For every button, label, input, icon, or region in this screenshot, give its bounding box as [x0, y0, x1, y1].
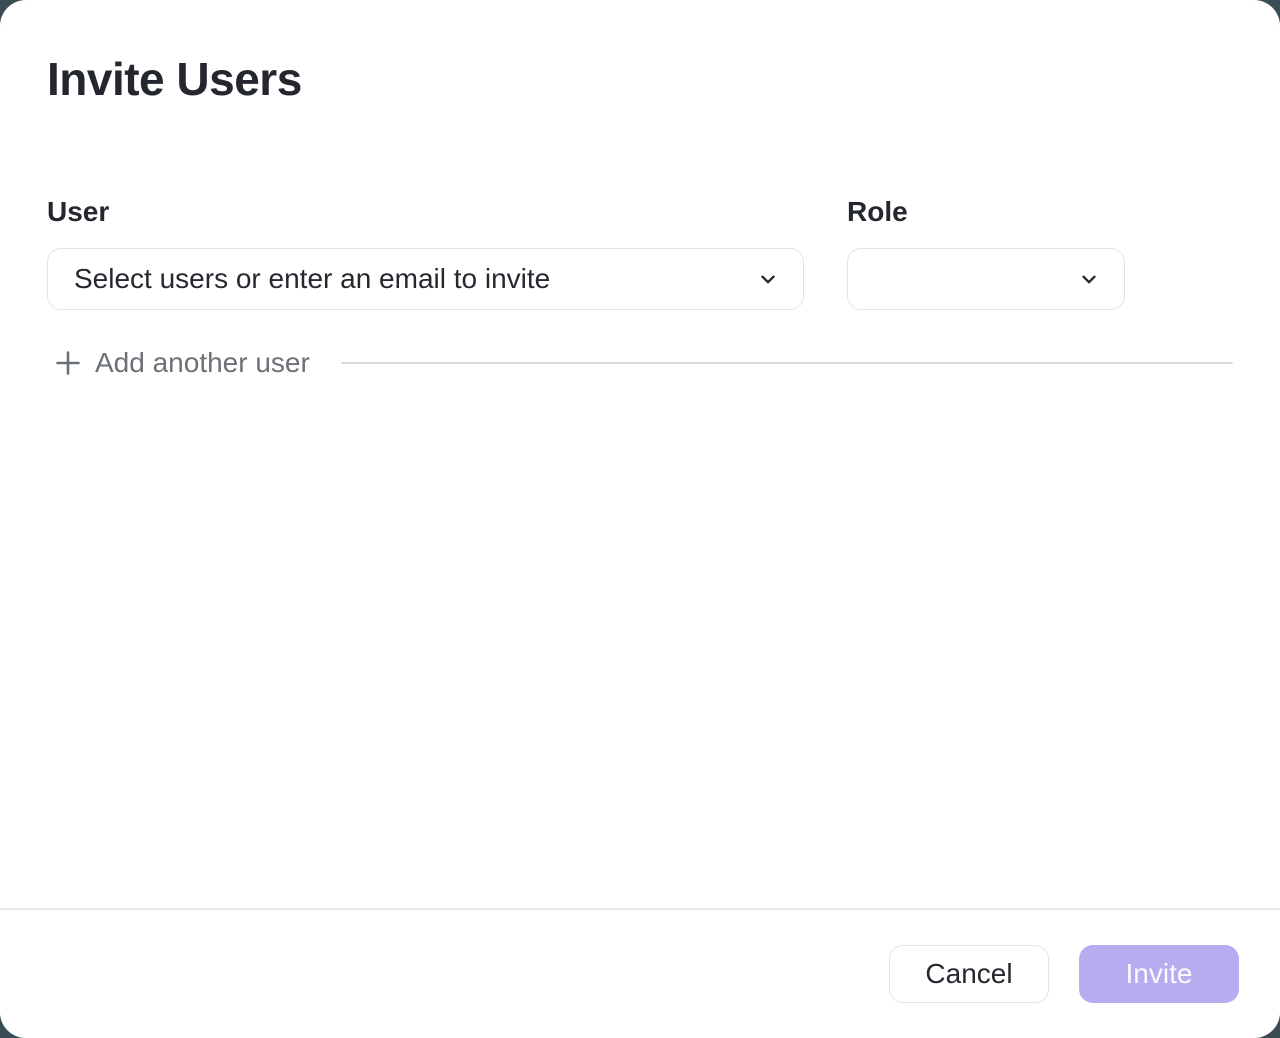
user-field-group: User Select users or enter an email to i… — [47, 195, 804, 310]
add-another-user-row: Add another user — [47, 343, 1233, 383]
role-field-label: Role — [847, 195, 1125, 229]
horizontal-rule — [341, 362, 1233, 364]
chevron-down-icon — [757, 268, 779, 290]
modal-body: Invite Users User Select users or enter … — [0, 0, 1280, 908]
role-field-group: Role — [847, 195, 1125, 310]
invite-users-modal: Invite Users User Select users or enter … — [0, 0, 1280, 1038]
invite-form-row: User Select users or enter an email to i… — [47, 195, 1233, 310]
page-title: Invite Users — [47, 53, 1233, 106]
plus-icon — [54, 349, 82, 377]
cancel-button[interactable]: Cancel — [889, 945, 1049, 1003]
user-field-label: User — [47, 195, 804, 229]
add-another-user-label: Add another user — [95, 343, 310, 383]
chevron-down-icon — [1078, 268, 1100, 290]
invite-button[interactable]: Invite — [1079, 945, 1239, 1003]
user-select[interactable]: Select users or enter an email to invite — [47, 248, 804, 310]
modal-footer: Cancel Invite — [0, 908, 1280, 1038]
role-select[interactable] — [847, 248, 1125, 310]
add-another-user-button[interactable]: Add another user — [47, 342, 316, 384]
user-select-placeholder: Select users or enter an email to invite — [74, 263, 550, 295]
